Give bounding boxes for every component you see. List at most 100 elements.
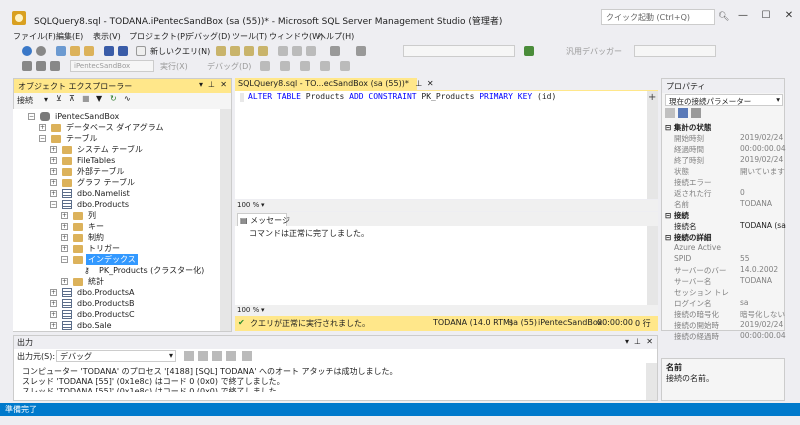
dmx-query-icon[interactable]: [230, 46, 240, 56]
tree-node[interactable]: + dbo.Sale: [13, 320, 220, 331]
tree-node[interactable]: + dbo.ProductsB: [13, 298, 220, 309]
minimize-button[interactable]: —: [734, 7, 752, 25]
property-pages-icon[interactable]: [691, 108, 701, 118]
messages-zoom[interactable]: 100 %: [237, 306, 259, 314]
messages-scrollbar[interactable]: [647, 226, 658, 305]
refresh-icon[interactable]: ↻: [110, 94, 117, 103]
debugger-label[interactable]: 汎用デバッガー: [566, 46, 622, 57]
clear-all-icon[interactable]: [226, 351, 236, 361]
mdx-query-icon[interactable]: [216, 46, 226, 56]
expand-icon[interactable]: +: [50, 179, 57, 186]
chevron-down-icon[interactable]: ▾: [776, 95, 780, 104]
back-icon[interactable]: [22, 46, 32, 56]
chevron-down-icon[interactable]: ▾: [199, 80, 203, 89]
start-debug-icon[interactable]: [524, 46, 534, 56]
save-all-icon[interactable]: [118, 46, 128, 56]
parse-icon[interactable]: [260, 61, 270, 71]
new-query-icon[interactable]: [136, 46, 146, 56]
tree-node[interactable]: + dbo.Namelist: [13, 188, 220, 199]
property-row[interactable]: 接続の経過時 00:00:00.046: [662, 331, 786, 342]
collapse-icon[interactable]: −: [28, 113, 35, 120]
property-row[interactable]: 名前 TODANA: [662, 199, 786, 210]
close-icon[interactable]: ✕: [220, 80, 227, 89]
alphabetical-icon[interactable]: [678, 108, 688, 118]
expand-icon[interactable]: +: [50, 289, 57, 296]
chevron-down-icon[interactable]: ▾: [625, 337, 629, 346]
tree-node[interactable]: ⚷ PK_Products (クラスター化): [13, 265, 220, 276]
tree-node[interactable]: + 列: [13, 210, 220, 221]
expand-icon[interactable]: +: [50, 300, 57, 307]
next-message-icon[interactable]: [212, 351, 222, 361]
chevron-down-icon[interactable]: ▾: [261, 306, 265, 314]
connect-button[interactable]: 接続: [17, 95, 33, 106]
cut-icon[interactable]: [278, 46, 288, 56]
editor-vertical-scrollbar[interactable]: [647, 91, 658, 199]
expand-icon[interactable]: +: [39, 124, 46, 131]
expand-icon[interactable]: +: [50, 322, 57, 329]
tree-node[interactable]: + システム テーブル: [13, 144, 220, 155]
collapse-icon[interactable]: −: [61, 256, 68, 263]
property-row[interactable]: 終了時刻 2019/02/24 22:50: [662, 155, 786, 166]
disconnect-icon[interactable]: [50, 61, 60, 71]
expand-icon[interactable]: +: [61, 234, 68, 241]
split-plus-icon[interactable]: +: [648, 92, 656, 103]
tree-node[interactable]: + 制約: [13, 232, 220, 243]
tree-node[interactable]: − テーブル: [13, 133, 220, 144]
tree-node[interactable]: − iPentecSandBox: [13, 111, 220, 122]
property-row[interactable]: サーバーのバー 14.0.2002: [662, 265, 786, 276]
properties-object-combo[interactable]: 現在の接続パラメーター ▾: [665, 94, 783, 106]
property-category[interactable]: ⊟ 接続の詳細: [665, 232, 786, 243]
property-row[interactable]: サーバー名 TODANA: [662, 276, 786, 287]
expand-icon[interactable]: +: [50, 157, 57, 164]
word-wrap-icon[interactable]: [242, 351, 252, 361]
expand-icon[interactable]: +: [50, 146, 57, 153]
chevron-down-icon[interactable]: ▾: [169, 351, 173, 360]
tab-close-icon[interactable]: ✕: [427, 79, 434, 88]
new-query-button[interactable]: 新しいクエリ(N): [150, 46, 210, 57]
comment-icon[interactable]: [320, 61, 330, 71]
xmla-query-icon[interactable]: [244, 46, 254, 56]
quick-launch-input[interactable]: クイック起動 (Ctrl+Q): [601, 9, 715, 25]
collapse-icon[interactable]: ⊟: [665, 233, 674, 242]
expand-icon[interactable]: +: [61, 223, 68, 230]
property-row[interactable]: 開始時刻 2019/02/24 22:50: [662, 133, 786, 144]
expand-icon[interactable]: +: [50, 168, 57, 175]
menu-tools[interactable]: ツール(T): [232, 31, 267, 42]
connect-dropdown-icon[interactable]: ▾: [44, 95, 48, 104]
prev-message-icon[interactable]: [198, 351, 208, 361]
undo-icon[interactable]: [330, 46, 340, 56]
pin-icon[interactable]: ⊥: [208, 80, 215, 89]
expand-icon[interactable]: +: [61, 212, 68, 219]
property-row[interactable]: 接続名 TODANA (sa): [662, 221, 786, 232]
connect-icon[interactable]: [22, 61, 32, 71]
menu-debug[interactable]: デバッグ(D): [186, 31, 230, 42]
paste-icon[interactable]: [306, 46, 316, 56]
save-icon[interactable]: [104, 46, 114, 56]
property-row[interactable]: 返された行 0: [662, 188, 786, 199]
property-row[interactable]: 経過時間 00:00:00.046: [662, 144, 786, 155]
redo-icon[interactable]: [356, 46, 366, 56]
tree-node[interactable]: + グラフ テーブル: [13, 177, 220, 188]
output-source-combo[interactable]: デバッグ ▾: [56, 350, 176, 362]
tab-pin-icon[interactable]: ⊥: [415, 79, 422, 88]
maximize-button[interactable]: ☐: [757, 7, 775, 25]
tree-node[interactable]: + dbo.ProductsA: [13, 287, 220, 298]
search-icon[interactable]: 🔍︎: [718, 12, 729, 22]
expand-icon[interactable]: +: [61, 245, 68, 252]
property-row[interactable]: 状態 開いています: [662, 166, 786, 177]
change-connection-icon[interactable]: [36, 61, 46, 71]
property-row[interactable]: セッション トレ: [662, 287, 786, 298]
tree-node[interactable]: − インデックス: [13, 254, 220, 265]
tree-node[interactable]: + 外部テーブル: [13, 166, 220, 177]
debugger-combo[interactable]: [634, 45, 716, 57]
menu-project[interactable]: プロジェクト(P): [129, 31, 188, 42]
expand-icon[interactable]: +: [50, 190, 57, 197]
tree-node[interactable]: + トリガー: [13, 243, 220, 254]
execute-button[interactable]: 実行(X): [160, 61, 188, 72]
debug-button[interactable]: デバッグ(D): [207, 61, 251, 72]
stop-icon[interactable]: ■: [82, 94, 90, 103]
expand-icon[interactable]: +: [61, 278, 68, 285]
forward-icon[interactable]: [36, 46, 46, 56]
filter-icon[interactable]: ▼: [96, 94, 102, 103]
results-grid-icon[interactable]: [300, 61, 310, 71]
